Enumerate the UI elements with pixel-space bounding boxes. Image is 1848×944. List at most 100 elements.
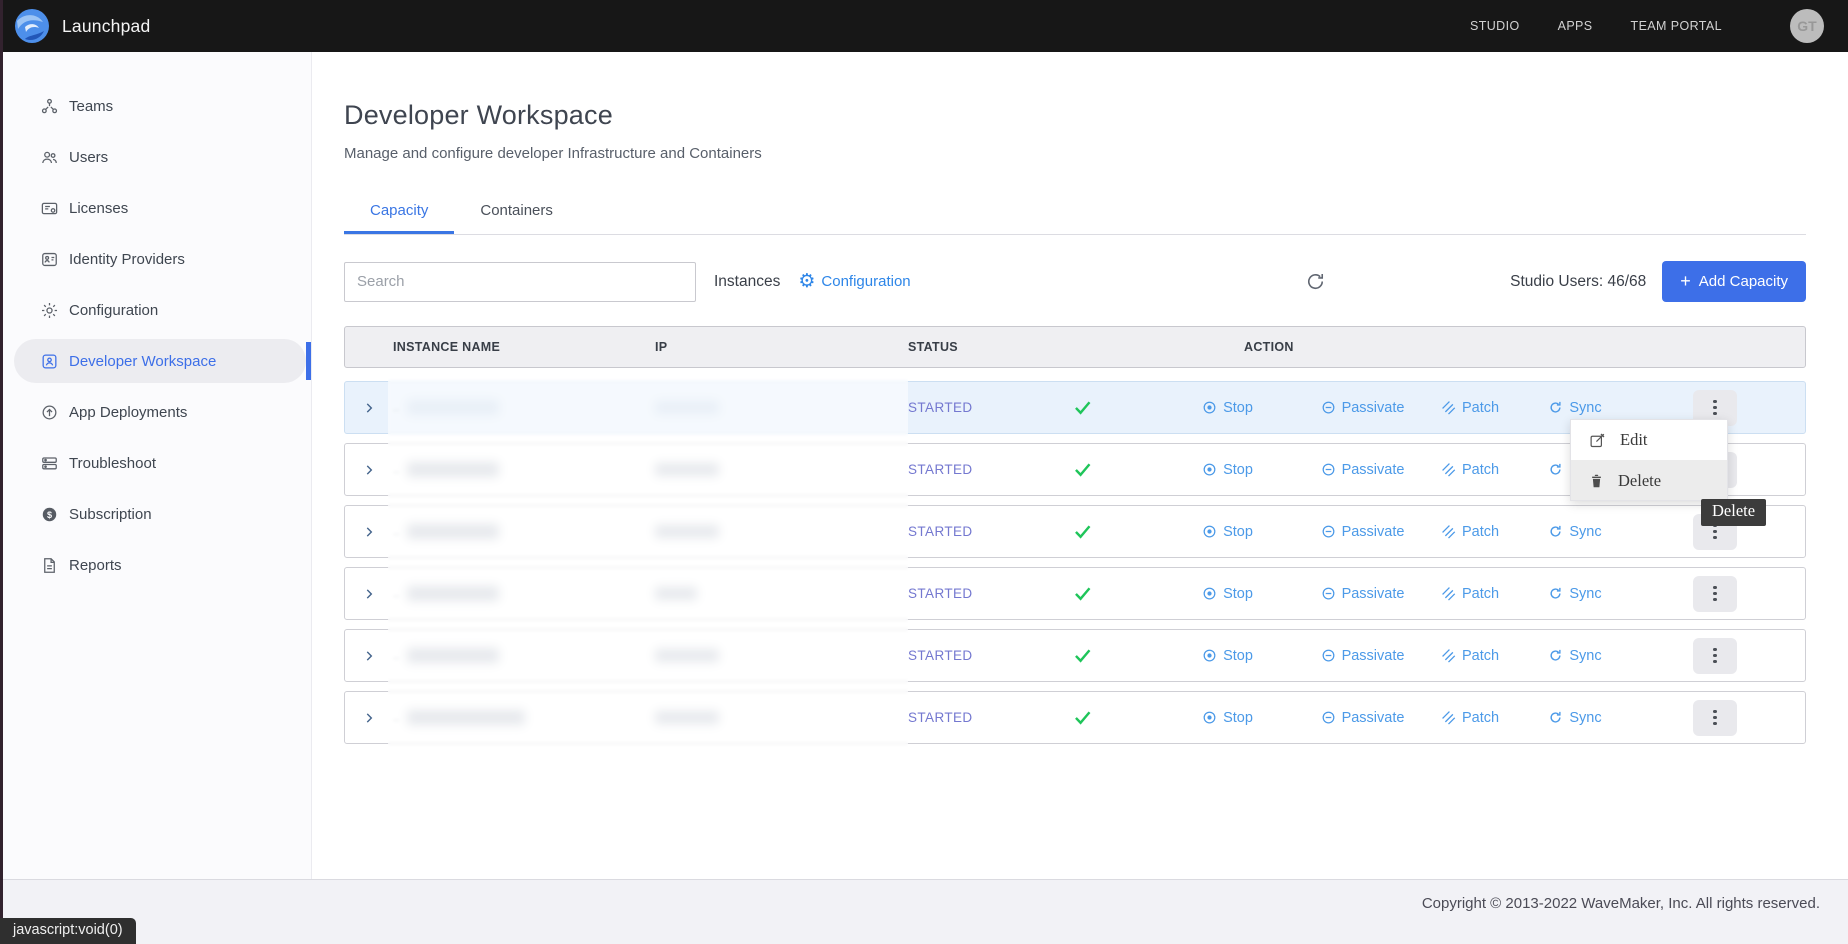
sidebar-item-configuration[interactable]: Configuration [14, 288, 306, 332]
sidebar-item-label: Subscription [69, 506, 152, 523]
stop-action[interactable]: Stop [1145, 462, 1310, 478]
table-row[interactable]: .. STARTED Stop Passivate Patch [344, 691, 1806, 744]
stop-action[interactable]: Stop [1145, 524, 1310, 540]
stop-action[interactable]: Stop [1145, 400, 1310, 416]
sync-icon [1548, 400, 1563, 415]
sidebar-item-users[interactable]: Users [14, 135, 306, 179]
chevron-right-icon[interactable] [362, 649, 376, 663]
patch-icon [1441, 400, 1456, 415]
sidebar-item-subscription[interactable]: $ Subscription [14, 492, 306, 536]
refresh-button[interactable] [1306, 272, 1325, 291]
status-badge: STARTED [908, 462, 1020, 477]
passivate-icon [1321, 400, 1336, 415]
search-input[interactable] [344, 262, 696, 302]
health-check-icon [1072, 459, 1093, 480]
sidebar-item-label: Identity Providers [69, 251, 185, 268]
stop-action[interactable]: Stop [1145, 586, 1310, 602]
tab-capacity[interactable]: Capacity [344, 192, 454, 234]
redacted-instance-name [407, 524, 499, 539]
reports-icon [40, 556, 59, 575]
header-status: STATUS [908, 340, 1244, 354]
redacted-prefix: .. [393, 464, 399, 476]
chevron-right-icon[interactable] [362, 463, 376, 477]
sidebar-item-label: Users [69, 149, 108, 166]
refresh-icon [1306, 272, 1325, 291]
patch-icon [1441, 524, 1456, 539]
topbar: Launchpad STUDIO APPS TEAM PORTAL GT [0, 0, 1848, 52]
patch-action[interactable]: Patch [1415, 524, 1525, 540]
sidebar-item-label: Developer Workspace [69, 353, 216, 370]
chevron-right-icon[interactable] [362, 587, 376, 601]
tabs: Capacity Containers [344, 192, 1806, 235]
sidebar-item-troubleshoot[interactable]: Troubleshoot [14, 441, 306, 485]
redacted-ip [655, 401, 719, 414]
wavemaker-logo-icon [14, 8, 50, 44]
sidebar-item-licenses[interactable]: Licenses [14, 186, 306, 230]
sidebar-item-label: Reports [69, 557, 122, 574]
menu-item-edit[interactable]: Edit [1571, 420, 1727, 460]
sync-action[interactable]: Sync [1525, 400, 1625, 416]
configuration-link[interactable]: ⚙ Configuration [798, 272, 910, 291]
add-capacity-button[interactable]: + Add Capacity [1662, 261, 1806, 302]
instances-table: INSTANCE NAME IP STATUS ACTION .. STARTE… [344, 326, 1806, 744]
row-menu-button[interactable] [1693, 638, 1737, 674]
stop-icon [1202, 400, 1217, 415]
health-check-icon [1072, 645, 1093, 666]
passivate-icon [1321, 710, 1336, 725]
tab-containers[interactable]: Containers [454, 192, 579, 234]
sync-action[interactable]: Sync [1525, 524, 1625, 540]
redacted-ip [655, 587, 697, 600]
passivate-action[interactable]: Passivate [1310, 648, 1415, 664]
sidebar-item-identity-providers[interactable]: Identity Providers [14, 237, 306, 281]
users-icon [40, 148, 59, 167]
patch-action[interactable]: Patch [1415, 710, 1525, 726]
header-instance-name: INSTANCE NAME [393, 340, 655, 354]
chevron-right-icon[interactable] [362, 711, 376, 725]
stop-action[interactable]: Stop [1145, 710, 1310, 726]
passivate-icon [1321, 586, 1336, 601]
browser-status-bubble: javascript:void(0) [0, 918, 136, 944]
sidebar-item-reports[interactable]: Reports [14, 543, 306, 587]
passivate-icon [1321, 648, 1336, 663]
menu-item-delete[interactable]: Delete [1571, 460, 1727, 500]
nav-team-portal[interactable]: TEAM PORTAL [1631, 19, 1722, 33]
sidebar-item-teams[interactable]: Teams [14, 84, 306, 128]
chevron-right-icon[interactable] [362, 525, 376, 539]
table-row[interactable]: .. STARTED Stop Passivate Patch [344, 629, 1806, 682]
row-menu-button[interactable] [1693, 700, 1737, 736]
sidebar-item-label: Licenses [69, 200, 128, 217]
table-row[interactable]: .. STARTED Stop Passivate Patch [344, 505, 1806, 558]
sidebar-item-developer-workspace[interactable]: Developer Workspace [14, 339, 306, 383]
sync-action[interactable]: Sync [1525, 586, 1625, 602]
sync-action[interactable]: Sync [1525, 710, 1625, 726]
passivate-icon [1321, 462, 1336, 477]
stop-icon [1202, 462, 1217, 477]
patch-action[interactable]: Patch [1415, 462, 1525, 478]
kebab-icon [1713, 710, 1717, 714]
redacted-instance-name [407, 400, 499, 415]
nav-apps[interactable]: APPS [1558, 19, 1593, 33]
passivate-action[interactable]: Passivate [1310, 586, 1415, 602]
configuration-icon [40, 301, 59, 320]
identity-providers-icon [40, 250, 59, 269]
chevron-right-icon[interactable] [362, 401, 376, 415]
patch-action[interactable]: Patch [1415, 648, 1525, 664]
stop-action[interactable]: Stop [1145, 648, 1310, 664]
passivate-action[interactable]: Passivate [1310, 400, 1415, 416]
patch-action[interactable]: Patch [1415, 400, 1525, 416]
avatar[interactable]: GT [1790, 9, 1824, 43]
patch-action[interactable]: Patch [1415, 586, 1525, 602]
status-badge: STARTED [908, 586, 1020, 601]
row-menu-button[interactable] [1693, 576, 1737, 612]
passivate-action[interactable]: Passivate [1310, 524, 1415, 540]
sync-icon [1548, 710, 1563, 725]
sidebar-item-app-deployments[interactable]: App Deployments [14, 390, 306, 434]
stop-icon [1202, 524, 1217, 539]
passivate-action[interactable]: Passivate [1310, 462, 1415, 478]
passivate-action[interactable]: Passivate [1310, 710, 1415, 726]
brand-label: Launchpad [62, 16, 150, 37]
health-check-icon [1072, 583, 1093, 604]
table-row[interactable]: .. STARTED Stop Passivate Patch [344, 567, 1806, 620]
nav-studio[interactable]: STUDIO [1470, 19, 1520, 33]
sync-action[interactable]: Sync [1525, 648, 1625, 664]
